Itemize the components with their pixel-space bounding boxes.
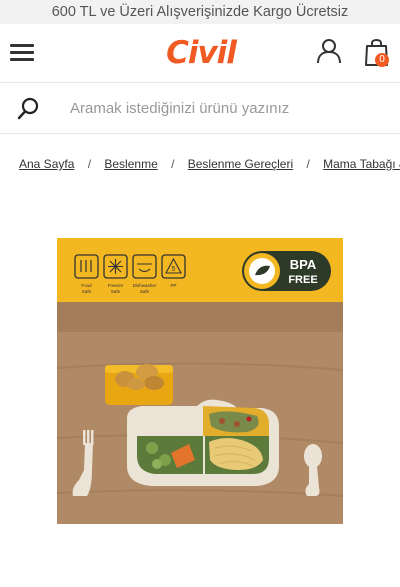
breadcrumb-separator: /: [87, 157, 92, 171]
cart-count-badge: 0: [375, 53, 389, 67]
bpa-free-badge: BPA FREE: [242, 251, 331, 291]
hamburger-menu-icon[interactable]: [10, 43, 34, 63]
snack-box: [105, 364, 173, 405]
feature-label: Safe: [82, 289, 92, 294]
breadcrumb-item-beslenme[interactable]: Beslenme: [104, 157, 157, 171]
free-text: FREE: [288, 274, 317, 286]
breadcrumb-separator: /: [306, 157, 310, 171]
feature-label: Freezer: [108, 283, 124, 288]
site-header: Civil 0: [0, 24, 400, 83]
breadcrumb-separator: /: [171, 157, 175, 171]
product-image[interactable]: Food Safe Freezer Safe Dishwasher Safe 5…: [57, 238, 343, 524]
bpa-text: BPA: [290, 257, 317, 272]
breadcrumb-item-home[interactable]: Ana Sayfa: [19, 157, 74, 171]
search-input[interactable]: [64, 93, 400, 123]
feature-label: Dishwasher: [133, 283, 157, 288]
user-icon[interactable]: [316, 38, 342, 64]
site-logo[interactable]: Civil: [155, 33, 247, 73]
search-bar: [0, 83, 400, 134]
feature-label: PP: [170, 283, 176, 288]
feature-label: Safe: [140, 289, 150, 294]
divided-plate: [127, 399, 279, 486]
pp-number: 5: [172, 266, 176, 273]
breadcrumb-item-mama-tabagi[interactable]: Mama Tabağı & Ka: [323, 157, 400, 171]
search-icon[interactable]: [16, 96, 40, 120]
breadcrumb-item-beslenme-gerecleri[interactable]: Beslenme Gereçleri: [188, 157, 293, 171]
promo-banner: 600 TL ve Üzeri Alışverişinizde Kargo Üc…: [0, 0, 400, 24]
feature-label: Safe: [111, 289, 121, 294]
breadcrumb: Ana Sayfa / Beslenme / Beslenme Gereçleri / Ma…: [19, 156, 400, 172]
product-photo: Food Safe Freezer Safe Dishwasher Safe 5…: [57, 238, 343, 524]
promo-text: 600 TL ve Üzeri Alışverişinizde Kargo Üc…: [51, 4, 349, 20]
feature-label: Food: [81, 283, 92, 288]
